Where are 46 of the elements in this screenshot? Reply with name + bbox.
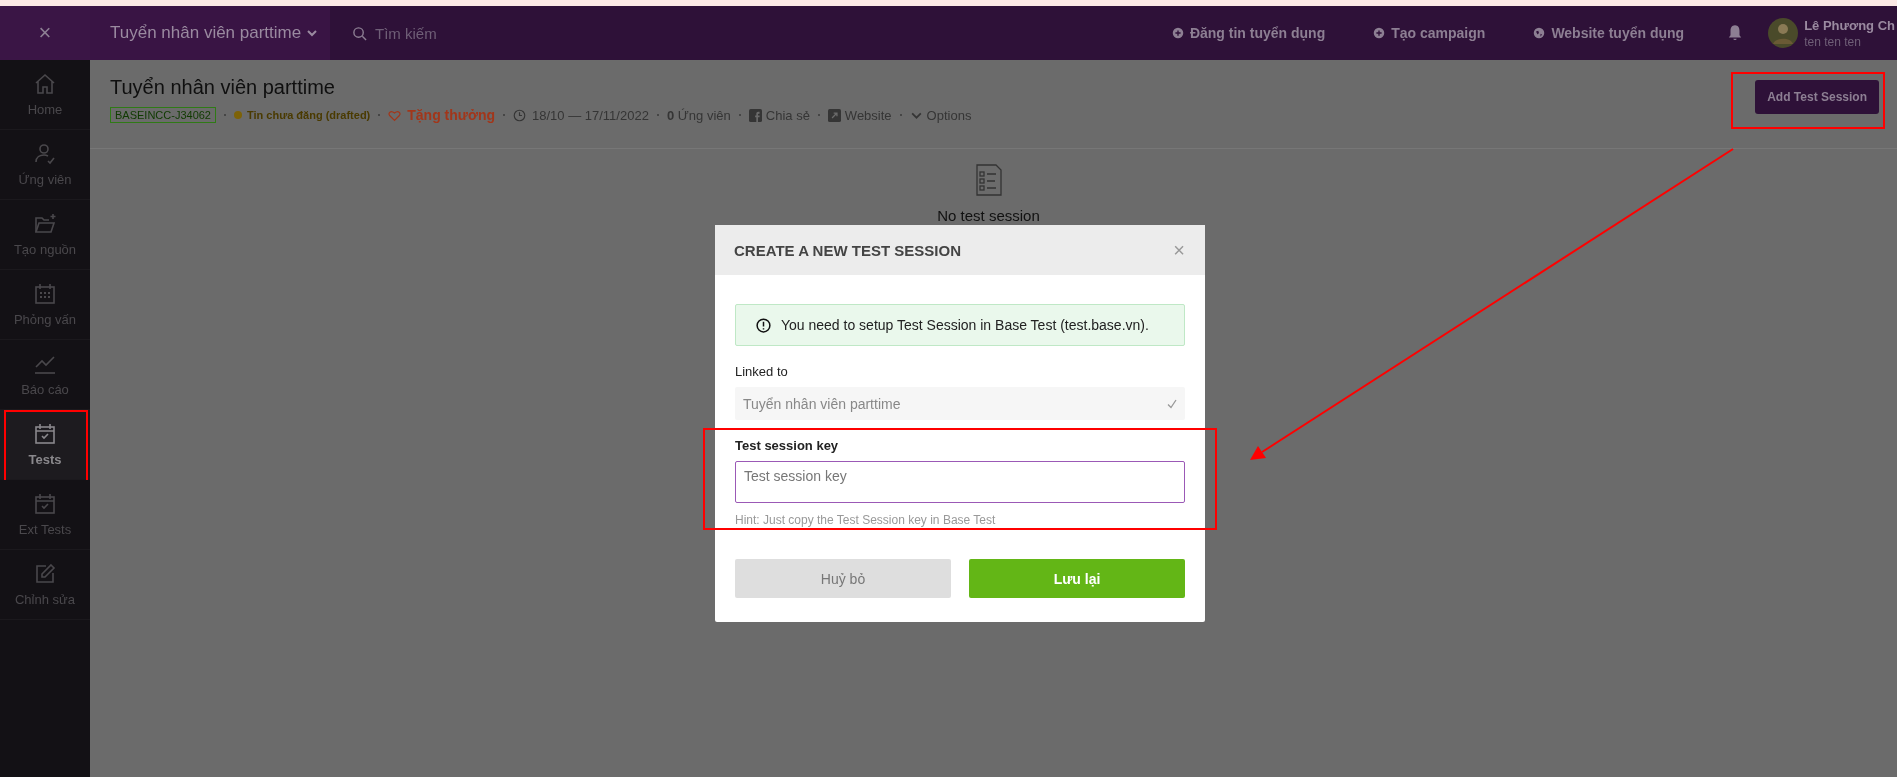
heart-icon [388, 108, 402, 122]
exclamation-icon [756, 317, 771, 333]
field-label: Linked to [735, 364, 789, 379]
save-button[interactable]: Lưu lại [969, 559, 1185, 598]
job-selector[interactable]: Tuyển nhân viên parttime [90, 6, 330, 60]
empty-state-text: No test session [937, 207, 1040, 224]
folder-plus-icon [33, 212, 57, 236]
check-icon [1167, 398, 1177, 409]
globe-icon [1533, 27, 1546, 39]
edit-icon [33, 562, 57, 586]
calendar-check-icon [33, 492, 57, 516]
external-link-icon [827, 108, 841, 122]
user-subtitle: ten ten ten [1804, 34, 1862, 49]
hint-text: Hint: Just copy the Test Session key in Base Test [735, 513, 997, 527]
job-code: BASEINCC-J34062 [110, 107, 216, 123]
nav-link[interactable]: Tạo campaign [1367, 24, 1492, 42]
status-dot [234, 111, 242, 119]
avatar[interactable] [1768, 18, 1799, 48]
caret-icon [306, 27, 318, 39]
search-field[interactable]: Tìm kiếm [373, 23, 537, 43]
close-button[interactable]: × [0, 6, 90, 60]
alert-text: You need to setup Test Session in Base Test (test.base.vn). [781, 317, 1149, 333]
home-icon [33, 72, 57, 96]
linked-field: Tuyển nhân viên parttime [735, 387, 1185, 420]
clock-icon [513, 108, 527, 122]
checklist-icon [974, 163, 1003, 197]
plus-icon [1373, 27, 1386, 39]
job-title: Tuyển nhân viên parttime [110, 76, 336, 99]
user-check-icon [33, 142, 57, 166]
plus-icon [1171, 27, 1184, 39]
close-button[interactable]: × [1173, 238, 1185, 262]
field-label: Test session key [735, 438, 840, 453]
calendar-icon [33, 282, 57, 306]
nav-link[interactable]: Đăng tin tuyển dụng [1165, 24, 1332, 42]
user-name: Lê Phương Ch [1804, 17, 1895, 33]
sidebar-item[interactable]: Tests [0, 410, 90, 480]
add-test-session-button[interactable]: Add Test Session [1755, 80, 1879, 114]
nav-link[interactable]: Website tuyển dụng [1527, 24, 1691, 42]
cancel-button[interactable]: Huỷ bỏ [735, 559, 951, 598]
input-field[interactable]: Test session key [735, 461, 1185, 503]
reward-link[interactable]: Tặng thưởng [388, 107, 496, 123]
calendar-check-icon [33, 422, 57, 446]
dialog-title: CREATE A NEW TEST SESSION [734, 241, 961, 259]
search-icon [352, 25, 367, 41]
facebook-icon [748, 108, 762, 122]
job-status: Tin chưa đăng (drafted) [247, 109, 371, 121]
